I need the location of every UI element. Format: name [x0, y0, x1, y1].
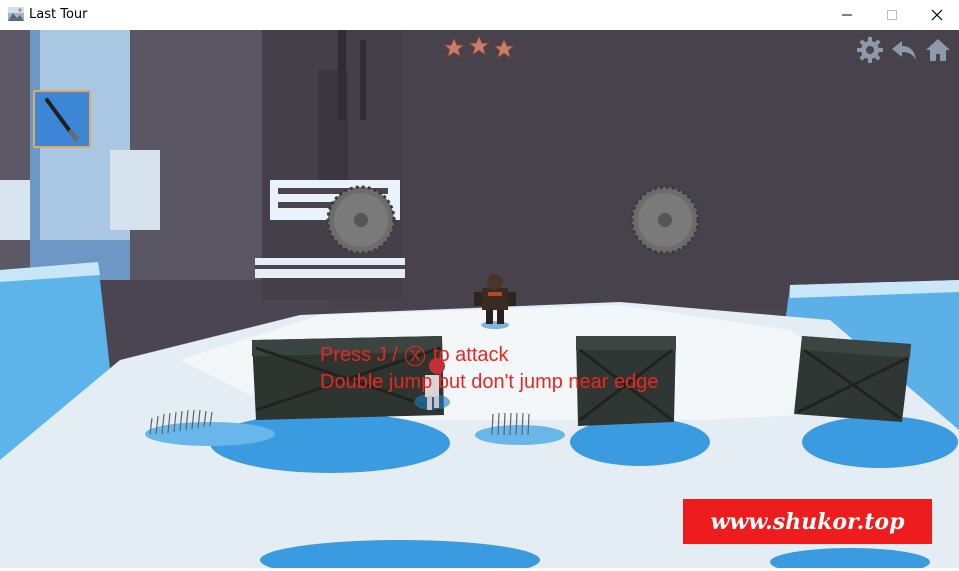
window-titlebar: Last Tour: [0, 0, 959, 31]
hud-buttons: [854, 36, 959, 64]
ice-patch-3: [802, 416, 958, 468]
star-icon: [467, 36, 491, 57]
star-icon: [492, 37, 516, 60]
watermark-text: www.shukor.top: [710, 508, 905, 535]
star-rating: [442, 36, 516, 60]
landscape-icon: [8, 7, 24, 21]
bat-icon: [45, 98, 79, 142]
saw-blade-right: [630, 185, 700, 255]
gear-icon[interactable]: [856, 36, 884, 64]
star-icon: [442, 36, 466, 59]
hint-double-jump: Double jump but don't jump near edge: [320, 371, 659, 393]
saw-blade-left: [326, 185, 396, 255]
hint-attack-prefix: Press J /: [320, 344, 398, 366]
window-title: Last Tour: [29, 7, 88, 22]
home-icon[interactable]: [924, 36, 952, 64]
game-viewport[interactable]: Press J / X to attack Double jump but do…: [0, 30, 959, 568]
watermark-banner: www.shukor.top: [683, 499, 932, 544]
undo-arrow-icon[interactable]: [890, 36, 918, 64]
x-button-glyph: X: [405, 346, 426, 366]
dark-wall: [330, 30, 959, 310]
hint-attack: Press J / X to attack: [320, 344, 509, 367]
minimize-button[interactable]: [824, 0, 869, 30]
maximize-button[interactable]: [869, 0, 914, 30]
game-scene: [0, 30, 959, 568]
weapon-slot[interactable]: [33, 90, 91, 148]
hint-attack-suffix: to attack: [432, 344, 509, 366]
close-icon: [931, 9, 942, 21]
maximize-icon: [886, 10, 897, 20]
crate-3: [794, 336, 911, 422]
minimize-icon: [841, 14, 852, 16]
close-button[interactable]: [914, 0, 959, 30]
